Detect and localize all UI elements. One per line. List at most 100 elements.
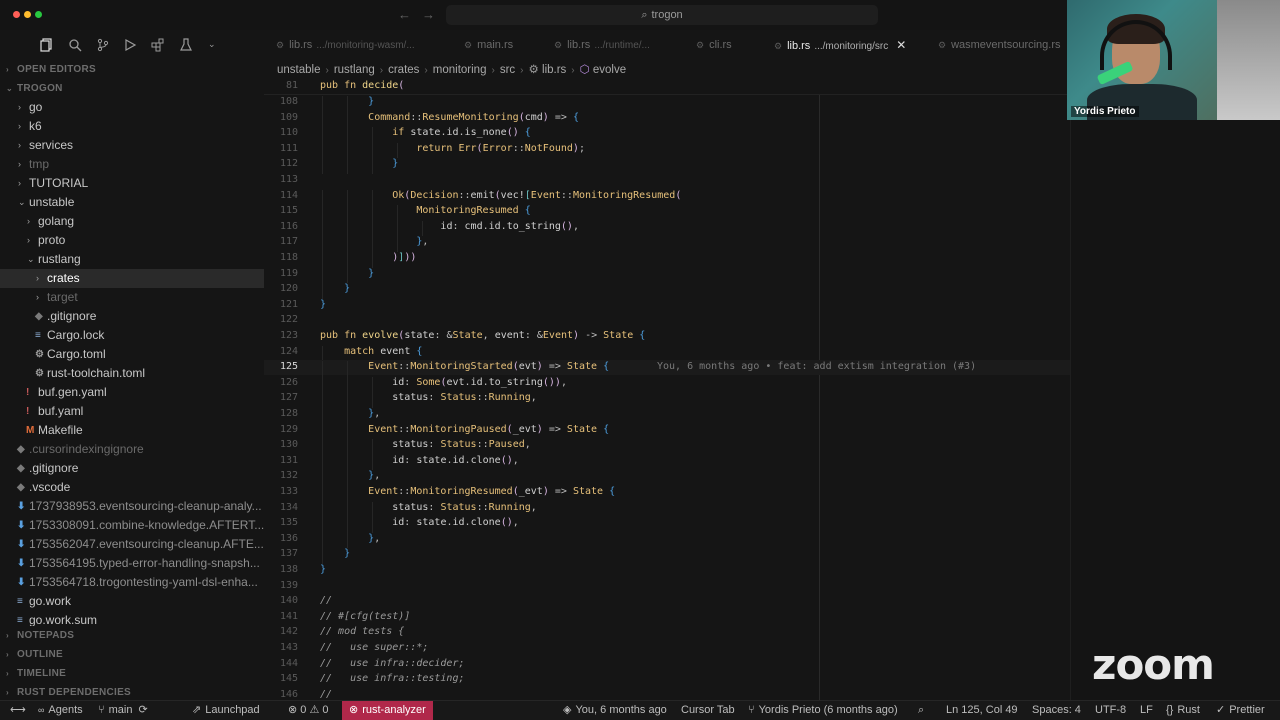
launchpad-icon: ⇗: [192, 704, 202, 716]
tree-item-label: go.work: [29, 594, 72, 608]
chevron-right-icon: ›: [18, 102, 21, 112]
extensions-icon[interactable]: [151, 38, 165, 52]
launchpad-status[interactable]: ⇗ Launchpad: [192, 701, 260, 720]
chevron-down-icon: ⌄: [18, 197, 26, 207]
tab-cli-rs[interactable]: ⚙ cli.rs: [696, 30, 732, 60]
minimize-window-button[interactable]: [24, 11, 31, 18]
tree-item-label: target: [47, 290, 78, 304]
breadcrumb-item[interactable]: unstable: [277, 64, 320, 76]
tab-label: main.rs: [477, 39, 514, 51]
close-icon[interactable]: ✕: [896, 38, 906, 52]
tree-file[interactable]: ◆ .gitignore: [0, 307, 264, 326]
explorer-icon[interactable]: [40, 38, 54, 52]
file-type-icon: ⬇: [17, 558, 26, 569]
symbol-method-icon: ⬡: [579, 64, 593, 76]
back-arrow-icon[interactable]: ←: [398, 7, 411, 22]
section-timeline[interactable]: › TIMELINE: [0, 664, 264, 683]
testing-icon[interactable]: [179, 38, 193, 52]
breadcrumb-item[interactable]: src: [500, 64, 515, 76]
tree-folder[interactable]: › target: [0, 288, 264, 307]
tab-main-rs[interactable]: ⚙ main.rs: [464, 30, 513, 60]
git-blame-status[interactable]: ◈ You, 6 months ago: [563, 701, 667, 720]
tree-file[interactable]: ◆ .cursorindexingignore: [0, 440, 264, 459]
cursor-position[interactable]: Ln 125, Col 49: [946, 701, 1018, 720]
rust-file-icon: ⚙: [554, 40, 563, 50]
tree-folder[interactable]: ⌄ unstable: [0, 193, 264, 212]
close-window-button[interactable]: [13, 11, 20, 18]
command-center-search[interactable]: ⌕ trogon: [446, 5, 878, 25]
tree-file[interactable]: ! buf.yaml: [0, 402, 264, 421]
run-debug-icon[interactable]: [123, 38, 137, 52]
breadcrumb-item[interactable]: lib.rs: [542, 64, 566, 76]
tree-file[interactable]: ◆ .vscode: [0, 478, 264, 497]
tree-file[interactable]: ◆ .gitignore: [0, 459, 264, 478]
author-status[interactable]: ⑂ Yordis Prieto (6 months ago): [748, 701, 898, 720]
zoom-search-icon[interactable]: ⌕: [918, 701, 924, 720]
code-token: ,: [512, 517, 519, 529]
search-icon[interactable]: [68, 38, 82, 52]
tree-file[interactable]: ≡ Cargo.lock: [0, 326, 264, 345]
tree-folder[interactable]: › go: [0, 98, 264, 117]
tree-folder[interactable]: › TUTORIAL: [0, 174, 264, 193]
warnings-count: 0: [322, 704, 329, 716]
tree-folder[interactable]: › golang: [0, 212, 264, 231]
tree-file[interactable]: ⚙ rust-toolchain.toml: [0, 364, 264, 383]
tree-folder[interactable]: ⌄ rustlang: [0, 250, 264, 269]
forward-arrow-icon[interactable]: →: [422, 7, 435, 22]
chevron-down-icon[interactable]: ⌄: [208, 39, 222, 53]
rust-analyzer-status[interactable]: ⊗ rust-analyzer: [342, 701, 433, 720]
code-token: id: [392, 517, 405, 529]
section-label: OUTLINE: [17, 649, 63, 660]
maximize-window-button[interactable]: [35, 11, 42, 18]
breadcrumb-item[interactable]: monitoring: [433, 64, 487, 76]
formatter-status[interactable]: ✓ Prettier: [1216, 701, 1265, 720]
agents-icon: ∞: [38, 705, 45, 715]
tree-file[interactable]: M Makefile: [0, 421, 264, 440]
section-outline[interactable]: › OUTLINE: [0, 645, 264, 664]
breadcrumb-item[interactable]: evolve: [593, 64, 626, 76]
tab-lib-rs[interactable]: ⚙ lib.rs .../runtime/...: [554, 30, 650, 60]
line-number: 133: [279, 486, 298, 497]
code-token: match: [344, 345, 375, 357]
language-status[interactable]: {} Rust: [1166, 701, 1200, 720]
tree-file[interactable]: ⬇ 1753308091.combine-knowledge.AFTERT...: [0, 516, 264, 535]
encoding-status[interactable]: UTF-8: [1095, 701, 1126, 720]
tree-file[interactable]: ⬇ 1753564195.typed-error-handling-snapsh.…: [0, 554, 264, 573]
tree-folder[interactable]: › services: [0, 136, 264, 155]
breadcrumb-item[interactable]: rustlang: [334, 64, 375, 76]
tree-file[interactable]: ≡ go.work: [0, 592, 264, 611]
indentation-status[interactable]: Spaces: 4: [1032, 701, 1081, 720]
tree-file[interactable]: ⬇ 1737938953.eventsourcing-cleanup-analy.…: [0, 497, 264, 516]
tree-file[interactable]: ⬇ 1753564718.trogontesting-yaml-dsl-enha.…: [0, 573, 264, 592]
breadcrumb-item[interactable]: crates: [388, 64, 419, 76]
code-token: }: [320, 564, 327, 575]
code-editor[interactable]: 108 } 109 Command::ResumeMonitoring(cmd) …: [264, 78, 1070, 700]
code-token: Event: [368, 361, 399, 373]
section-open-editors[interactable]: › OPEN EDITORS: [0, 60, 264, 79]
section-project[interactable]: ⌄ TROGON: [0, 79, 264, 98]
code-token: cmd: [464, 220, 483, 232]
tree-folder[interactable]: › proto: [0, 231, 264, 250]
section-notepads[interactable]: › NOTEPADS: [0, 626, 264, 645]
tree-file[interactable]: ! buf.gen.yaml: [0, 383, 264, 402]
cursor-tab-status[interactable]: Cursor Tab: [681, 701, 735, 720]
line-number: 109: [279, 111, 298, 123]
agents-status[interactable]: ∞ Agents: [38, 701, 83, 720]
sticky-line-number: 81: [285, 80, 298, 91]
tree-folder[interactable]: › crates: [0, 269, 264, 288]
branch-status[interactable]: ⑂ main ⟳: [98, 701, 148, 720]
problems-status[interactable]: ⊗ 0 ⚠ 0: [288, 701, 329, 720]
eol-status[interactable]: LF: [1140, 701, 1153, 720]
tab-lib-rs[interactable]: ⚙ lib.rs .../monitoring-wasm/...: [276, 30, 415, 60]
tab-lib-rs[interactable]: ⚙ lib.rs .../monitoring/src ✕: [774, 30, 906, 60]
source-control-icon[interactable]: [96, 38, 110, 52]
section-rust-dependencies[interactable]: › RUST DEPENDENCIES: [0, 683, 264, 700]
sticky-scroll-header[interactable]: 81 pub fn decide(: [264, 78, 1070, 95]
code-line: // use super::*;: [320, 642, 428, 653]
tree-folder[interactable]: › tmp: [0, 155, 264, 174]
tree-folder[interactable]: › k6: [0, 117, 264, 136]
remote-icon[interactable]: ⟷: [10, 701, 26, 720]
tree-file[interactable]: ⚙ Cargo.toml: [0, 345, 264, 364]
tab-wasmeventsourcing-rs[interactable]: ⚙ wasmeventsourcing.rs: [938, 30, 1061, 60]
tree-file[interactable]: ⬇ 1753562047.eventsourcing-cleanup.AFTE..…: [0, 535, 264, 554]
